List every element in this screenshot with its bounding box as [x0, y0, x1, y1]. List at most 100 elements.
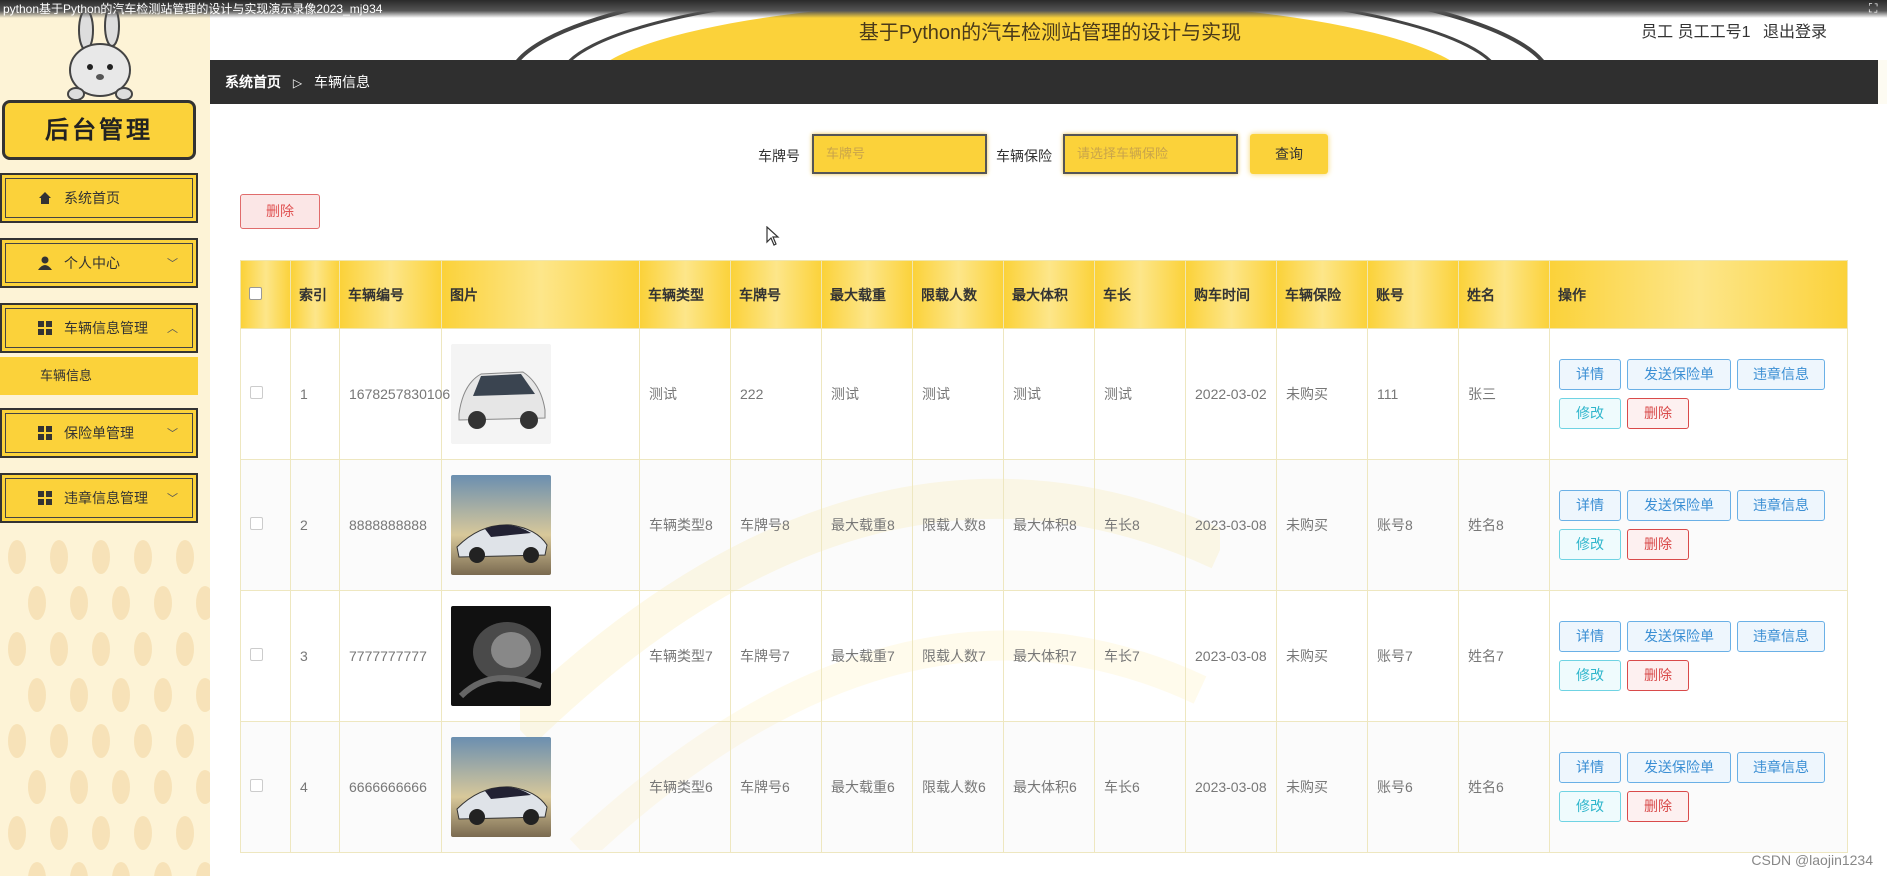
- delete-button[interactable]: 删除: [1627, 398, 1689, 429]
- cell-type: 测试: [639, 328, 731, 460]
- brand-title: 后台管理: [2, 100, 196, 160]
- leaf-decoration: [8, 540, 26, 574]
- col-type: 车辆类型: [639, 260, 731, 329]
- insurance-select[interactable]: 请选择车辆保险: [1063, 134, 1238, 174]
- cell-insurance: 未购买: [1276, 328, 1368, 460]
- cell-max-volume: 最大体积6: [1003, 721, 1095, 853]
- plate-input[interactable]: 车牌号: [812, 134, 987, 174]
- leaf-decoration: [50, 816, 68, 850]
- leaf-decoration: [50, 632, 68, 666]
- menu-home[interactable]: 系统首页: [0, 173, 198, 223]
- menu-vehicle-mgmt[interactable]: 车辆信息管理 ︿: [0, 303, 198, 353]
- detail-button[interactable]: 详情: [1559, 490, 1621, 521]
- col-account: 账号: [1367, 260, 1459, 329]
- leaf-decoration: [154, 586, 172, 620]
- delete-button[interactable]: 删除: [1627, 529, 1689, 560]
- leaf-decoration: [70, 586, 88, 620]
- leaf-decoration: [112, 678, 130, 712]
- query-button[interactable]: 查询: [1250, 134, 1328, 174]
- menu-violation-mgmt[interactable]: 违章信息管理 ﹀: [0, 473, 198, 523]
- cell-buy-time: 2022-03-02: [1185, 328, 1277, 460]
- violation-button[interactable]: 违章信息: [1737, 359, 1825, 390]
- cell-buy-time: 2023-03-08: [1185, 459, 1277, 591]
- row-checkbox[interactable]: [250, 517, 263, 530]
- menu-vehicle-mgmt-label: 车辆信息管理: [64, 320, 148, 336]
- fullscreen-icon[interactable]: ⛶: [1869, 1, 1885, 15]
- cell-max-volume: 测试: [1003, 328, 1095, 460]
- cell-plate: 车牌号8: [730, 459, 822, 591]
- car-photo: [451, 344, 551, 444]
- row-checkbox[interactable]: [250, 386, 263, 399]
- header-title: 基于Python的汽车检测站管理的设计与实现: [858, 22, 1242, 44]
- leaf-decoration: [112, 586, 130, 620]
- leaf-decoration: [92, 632, 110, 666]
- send-insurance-button[interactable]: 发送保险单: [1627, 621, 1731, 652]
- cell-type: 车辆类型7: [639, 590, 731, 722]
- leaf-decoration: [134, 632, 152, 666]
- edit-button[interactable]: 修改: [1559, 529, 1621, 560]
- send-insurance-button[interactable]: 发送保险单: [1627, 752, 1731, 783]
- col-index: 索引: [290, 260, 340, 329]
- plate-label: 车牌号: [758, 148, 800, 164]
- col-buy-time: 购车时间: [1185, 260, 1277, 329]
- edit-button[interactable]: 修改: [1559, 398, 1621, 429]
- row-checkbox[interactable]: [250, 648, 263, 661]
- send-insurance-button[interactable]: 发送保险单: [1627, 359, 1731, 390]
- edit-button[interactable]: 修改: [1559, 660, 1621, 691]
- cell-insurance: 未购买: [1276, 590, 1368, 722]
- cell-index: 3: [290, 590, 340, 722]
- cell-account: 账号8: [1367, 459, 1459, 591]
- user-icon: [38, 256, 52, 270]
- cell-image: [441, 328, 640, 460]
- send-insurance-button[interactable]: 发送保险单: [1627, 490, 1731, 521]
- cell-index: 1: [290, 328, 340, 460]
- violation-button[interactable]: 违章信息: [1737, 490, 1825, 521]
- leaf-decoration: [8, 632, 26, 666]
- menu-personal[interactable]: 个人中心 ﹀: [0, 238, 198, 288]
- cell-account: 账号7: [1367, 590, 1459, 722]
- leaf-decoration: [28, 770, 46, 804]
- sidebar: 后台管理 系统首页 个人中心 ﹀ 车辆信息管理 ︿ 车辆信息 保险单管理 ﹀ 违…: [0, 0, 210, 876]
- leaf-decoration: [134, 724, 152, 758]
- table-row: 2 8888888888 车辆类型8 车牌号8 最大载重8 限载人数8 最大体积8 车长8 20…: [240, 459, 1848, 591]
- car-photo: [451, 737, 551, 837]
- leaf-decoration: [134, 540, 152, 574]
- edit-button[interactable]: 修改: [1559, 791, 1621, 822]
- grid-icon: [38, 321, 52, 335]
- leaf-decoration: [50, 724, 68, 758]
- vehicle-table: 索引 车辆编号 图片 车辆类型 车牌号 最大载重 限载人数 最大体积 车长 购车…: [240, 260, 1848, 853]
- col-plate: 车牌号: [730, 260, 822, 329]
- breadcrumb-home[interactable]: 系统首页: [225, 74, 281, 90]
- delete-button[interactable]: 删除: [1627, 791, 1689, 822]
- menu-insurance-mgmt[interactable]: 保险单管理 ﹀: [0, 408, 198, 458]
- select-all-checkbox[interactable]: [249, 286, 262, 300]
- cell-max-load: 最大载重7: [821, 590, 913, 722]
- detail-button[interactable]: 详情: [1559, 359, 1621, 390]
- submenu-vehicle-info[interactable]: 车辆信息: [0, 357, 198, 395]
- rabbit-mascot-icon: [67, 12, 133, 101]
- detail-button[interactable]: 详情: [1559, 621, 1621, 652]
- cell-image: [441, 459, 640, 591]
- car-photo: [451, 606, 551, 706]
- cell-max-load: 最大载重6: [821, 721, 913, 853]
- row-select-cell: [240, 721, 291, 853]
- delete-button[interactable]: 删除: [1627, 660, 1689, 691]
- violation-button[interactable]: 违章信息: [1737, 752, 1825, 783]
- video-title-bar: python基于Python的汽车检测站管理的设计与实现演示录像2023_mj9…: [0, 0, 1887, 18]
- leaf-decoration: [8, 724, 26, 758]
- cell-max-load: 最大载重8: [821, 459, 913, 591]
- violation-button[interactable]: 违章信息: [1737, 621, 1825, 652]
- cell-image: [441, 590, 640, 722]
- breadcrumb-current: 车辆信息: [314, 74, 371, 90]
- leaf-decoration: [154, 770, 172, 804]
- batch-delete-button[interactable]: 删除: [240, 194, 320, 229]
- select-all-cell: [240, 260, 291, 329]
- leaf-decoration: [92, 540, 110, 574]
- logout-link[interactable]: 退出登录: [1763, 24, 1827, 41]
- detail-button[interactable]: 详情: [1559, 752, 1621, 783]
- cell-length: 车长7: [1094, 590, 1186, 722]
- row-checkbox[interactable]: [250, 779, 263, 792]
- col-insurance: 车辆保险: [1276, 260, 1368, 329]
- cell-max-volume: 最大体积8: [1003, 459, 1095, 591]
- grid-icon: [38, 426, 52, 440]
